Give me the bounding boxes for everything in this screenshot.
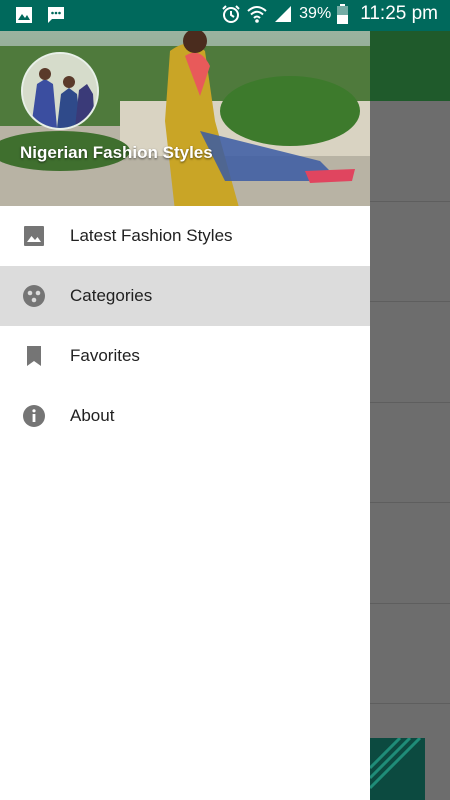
app-avatar [21,52,99,130]
app-title: Nigerian Fashion Styles [20,143,213,162]
background-list-divider [370,301,450,302]
menu-item-label: Categories [70,286,153,305]
menu-item-about[interactable]: About [0,386,370,446]
bookmark-icon [27,346,41,366]
drawer-header: Nigerian Fashion Styles [0,31,370,206]
background-list-divider [370,502,450,503]
signal-icon [275,6,292,22]
menu-item-latest-fashion-styles[interactable]: Latest Fashion Styles [0,206,370,266]
background-list-divider [370,402,450,403]
alarm-icon [222,5,240,23]
background-list-divider [370,603,450,604]
background-list-divider [370,201,450,202]
drawer-menu: Latest Fashion Styles Categories Favorit… [0,206,370,446]
status-bar: 39% 11:25 pm [0,0,450,31]
info-icon [23,405,45,427]
background-list-divider [370,703,450,704]
menu-item-label: Favorites [70,346,140,365]
menu-item-favorites[interactable]: Favorites [0,326,370,386]
background-thumbnail [370,738,425,800]
image-icon [24,226,44,246]
categories-icon [23,285,45,307]
battery-icon [337,4,349,24]
clock: 11:25 pm [360,3,438,24]
menu-item-categories[interactable]: Categories [0,266,370,326]
battery-percent: 39% [299,5,332,22]
wifi-icon [247,6,267,23]
message-notification-icon [48,7,64,23]
navigation-drawer: Nigerian Fashion Styles Latest Fashion S… [0,31,370,800]
gallery-notification-icon [16,7,32,23]
menu-item-label: About [70,406,115,425]
menu-item-label: Latest Fashion Styles [70,226,233,245]
